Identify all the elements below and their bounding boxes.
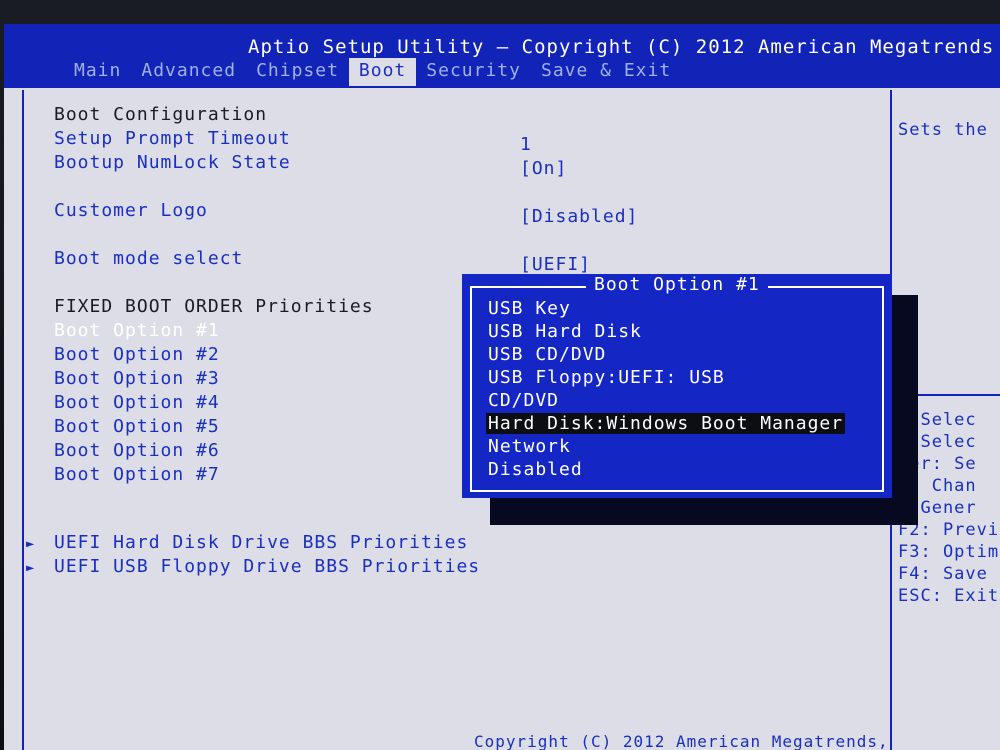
customer-logo-value[interactable]: [Disabled] [520,206,638,227]
boot-option-4[interactable]: Boot Option #4 [54,392,220,413]
footer-copyright: Copyright (C) 2012 American Megatrends, [474,732,889,750]
popup-option-selected[interactable]: Hard Disk:Windows Boot Manager [486,413,846,434]
tab-security[interactable]: Security [416,58,531,86]
popup-option[interactable]: USB Hard Disk [488,321,642,342]
setup-prompt-timeout-value[interactable]: 1 [520,134,532,155]
section-title-boot-configuration: Boot Configuration [54,104,268,125]
help-text: Sets the [898,120,988,140]
submenu-uefi-hard-disk[interactable]: UEFI Hard Disk Drive BBS Priorities [54,532,468,553]
header-bar: Aptio Setup Utility – Copyright (C) 2012… [4,24,1000,88]
popup-option[interactable]: USB Key [488,298,571,319]
tab-advanced[interactable]: Advanced [131,58,246,86]
key-hint: F4: Save [898,564,988,584]
tab-chipset[interactable]: Chipset [246,58,349,86]
boot-option-7[interactable]: Boot Option #7 [54,464,220,485]
boot-mode-label[interactable]: Boot mode select [54,248,243,269]
header-title: Aptio Setup Utility – Copyright (C) 2012… [248,36,995,58]
boot-option-5[interactable]: Boot Option #5 [54,416,220,437]
tab-bar: Main Advanced Chipset Boot Security Save… [64,58,681,86]
popup-option[interactable]: Disabled [488,459,583,480]
boot-option-1[interactable]: Boot Option #1 [54,320,220,341]
key-hint: F3: Optim [898,542,1000,562]
customer-logo-label[interactable]: Customer Logo [54,200,208,221]
boot-option-popup: Boot Option #1 USB Key USB Hard Disk USB… [462,274,892,498]
popup-option[interactable]: Network [488,436,571,457]
boot-option-3[interactable]: Boot Option #3 [54,368,220,389]
submenu-uefi-usb-floppy[interactable]: UEFI USB Floppy Drive BBS Priorities [54,556,480,577]
tab-save-exit[interactable]: Save & Exit [531,58,681,86]
popup-option[interactable]: USB CD/DVD [488,344,606,365]
popup-option[interactable]: CD/DVD [488,390,559,411]
popup-title: Boot Option #1 [586,274,768,295]
bootup-numlock-label[interactable]: Bootup NumLock State [54,152,291,173]
submenu-arrow-icon: ► [26,560,36,576]
submenu-arrow-icon: ► [26,536,36,552]
tab-boot[interactable]: Boot [348,58,417,86]
popup-option[interactable]: USB Floppy:UEFI: USB [488,367,725,388]
fixed-boot-order-heading: FIXED BOOT ORDER Priorities [54,296,374,317]
boot-option-2[interactable]: Boot Option #2 [54,344,220,365]
tab-main[interactable]: Main [64,58,131,86]
key-hint: ESC: Exit [898,586,1000,606]
boot-mode-value[interactable]: [UEFI] [520,254,591,275]
setup-prompt-timeout-label[interactable]: Setup Prompt Timeout [54,128,291,149]
boot-option-6[interactable]: Boot Option #6 [54,440,220,461]
bootup-numlock-value[interactable]: [On] [520,158,567,179]
